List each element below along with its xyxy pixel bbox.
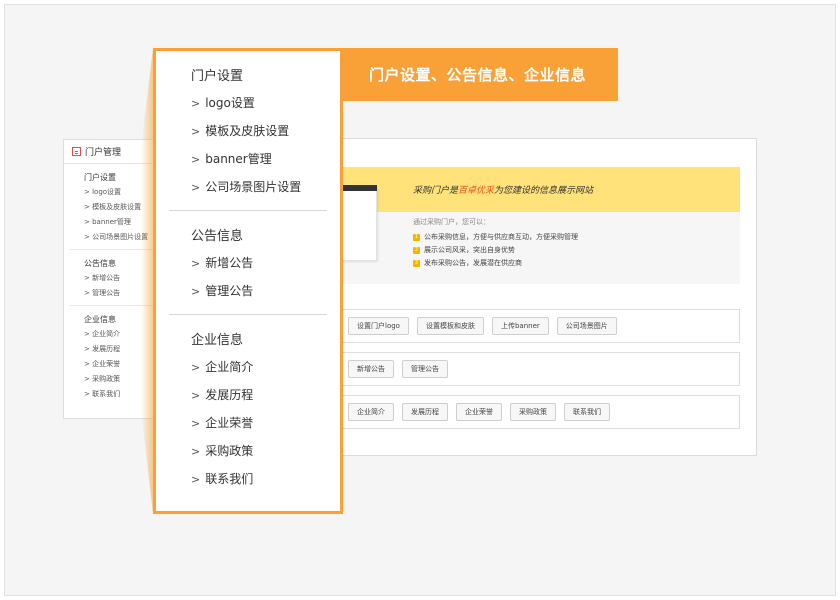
chevron-right-icon: > <box>191 125 201 138</box>
portal-actions-row: 设置门户logo 设置模板和皮肤 上传banner 公司场景图片 <box>331 309 740 343</box>
portal-icon <box>72 147 81 156</box>
banner-point: 1 公布采购信息，方便与供应商互动，方便采购管理 <box>413 233 578 241</box>
mini-item-banner[interactable]: banner管理 <box>84 215 162 230</box>
chevron-right-icon: > <box>191 389 201 402</box>
manage-notice-button[interactable]: 管理公告 <box>402 360 448 378</box>
intro-banner: 采购门户是百卓优采为您建设的信息展示网站 通过采购门户，您可以： 1 公布采购信息… <box>331 167 740 284</box>
set-template-button[interactable]: 设置模板和皮肤 <box>416 317 484 335</box>
number-badge: 2 <box>413 247 420 254</box>
menu-item-policy[interactable]: > 采购政策 <box>191 437 340 465</box>
contact-button[interactable]: 联系我们 <box>564 403 610 421</box>
menu-item-manage-notice[interactable]: > 管理公告 <box>191 277 340 305</box>
banner-slogan: 采购门户是百卓优采为您建设的信息展示网站 <box>413 186 594 196</box>
chevron-right-icon: > <box>191 97 201 110</box>
mini-sidebar: 门户管理 门户设置 logo设置 模板及皮肤设置 banner管理 公司场景图片… <box>63 139 163 419</box>
menu-divider <box>169 314 327 315</box>
new-notice-button[interactable]: 新增公告 <box>348 360 394 378</box>
mini-group-notice: 公告信息 新增公告 管理公告 <box>70 249 156 305</box>
mini-item-new-notice[interactable]: 新增公告 <box>84 271 156 286</box>
banner-point: 2 展示公司风采，突出自身优势 <box>413 246 515 254</box>
chevron-right-icon: > <box>191 257 201 270</box>
history-button[interactable]: 发展历程 <box>402 403 448 421</box>
menu-group-title: 门户设置 <box>191 69 244 84</box>
menu-item-intro[interactable]: > 企业简介 <box>191 353 340 381</box>
chevron-right-icon: > <box>191 285 201 298</box>
banner-intro: 通过采购门户，您可以： <box>413 218 490 226</box>
feature-tag: 门户设置、公告信息、企业信息 <box>340 48 618 101</box>
menu-item-banner[interactable]: > banner管理 <box>191 145 340 173</box>
policy-button[interactable]: 采购政策 <box>510 403 556 421</box>
mini-item-contact[interactable]: 联系我们 <box>84 387 156 402</box>
company-intro-button[interactable]: 企业简介 <box>348 403 394 421</box>
menu-group-title: 公告信息 <box>191 229 244 244</box>
menu-group-portal: 门户设置 > logo设置 > 模板及皮肤设置 > banner管理 > 公司场景图片设… <box>156 65 340 201</box>
set-logo-button[interactable]: 设置门户logo <box>348 317 409 335</box>
mini-group-title: 企业信息 <box>84 315 116 324</box>
menu-item-history[interactable]: > 发展历程 <box>191 381 340 409</box>
company-actions-row: 企业简介 发展历程 企业荣誉 采购政策 联系我们 <box>331 395 740 429</box>
banner-point: 3 发布采购公告，发展潜在供应商 <box>413 259 522 267</box>
menu-item-contact[interactable]: > 联系我们 <box>191 465 340 493</box>
mini-item-template[interactable]: 模板及皮肤设置 <box>84 200 162 215</box>
upload-banner-button[interactable]: 上传banner <box>491 317 549 335</box>
menu-group-notice: 公告信息 > 新增公告 > 管理公告 <box>156 225 340 305</box>
mini-item-manage-notice[interactable]: 管理公告 <box>84 286 156 301</box>
chevron-right-icon: > <box>191 445 201 458</box>
mini-item-intro[interactable]: 企业简介 <box>84 327 156 342</box>
mini-group-company: 企业信息 企业简介 发展历程 企业荣誉 采购政策 联系我们 <box>70 305 156 406</box>
menu-group-title: 企业信息 <box>191 333 244 348</box>
mini-sidebar-header: 门户管理 <box>64 140 162 164</box>
mini-group-title: 公告信息 <box>84 259 116 268</box>
chevron-right-icon: > <box>191 361 201 374</box>
menu-item-logo[interactable]: > logo设置 <box>191 89 340 117</box>
scene-images-button[interactable]: 公司场景图片 <box>556 317 617 335</box>
mini-group-portal: 门户设置 logo设置 模板及皮肤设置 banner管理 公司场景图片设置 <box>64 164 162 249</box>
menu-item-new-notice[interactable]: > 新增公告 <box>191 249 340 277</box>
content-panel: 采购门户是百卓优采为您建设的信息展示网站 通过采购门户，您可以： 1 公布采购信息… <box>330 138 757 456</box>
mini-group-title: 门户设置 <box>84 173 116 182</box>
device-illustration <box>341 185 377 261</box>
menu-item-scene[interactable]: > 公司场景图片设置 <box>191 173 340 201</box>
banner-points: 1 公布采购信息，方便与供应商互动，方便采购管理 2 展示公司风采，突出自身优势 3… <box>413 231 578 270</box>
zoomed-menu: 门户设置 > logo设置 > 模板及皮肤设置 > banner管理 > 公司场景图片设… <box>153 48 343 514</box>
chevron-right-icon: > <box>191 181 201 194</box>
mini-item-scene[interactable]: 公司场景图片设置 <box>84 230 162 245</box>
chevron-right-icon: > <box>191 417 201 430</box>
menu-group-company: 企业信息 > 企业简介 > 发展历程 > 企业荣誉 > 采购政策 > 联系我们 <box>156 329 340 493</box>
honor-button[interactable]: 企业荣誉 <box>456 403 502 421</box>
mini-sidebar-title: 门户管理 <box>85 148 122 158</box>
mini-item-policy[interactable]: 采购政策 <box>84 372 156 387</box>
number-badge: 3 <box>413 260 420 267</box>
menu-divider <box>169 210 327 211</box>
menu-item-honor[interactable]: > 企业荣誉 <box>191 409 340 437</box>
chevron-right-icon: > <box>191 153 201 166</box>
number-badge: 1 <box>413 234 420 241</box>
brand-highlight: 百卓优采 <box>458 186 495 196</box>
mini-item-honor[interactable]: 企业荣誉 <box>84 357 156 372</box>
notice-actions-row: 新增公告 管理公告 <box>331 352 740 386</box>
chevron-right-icon: > <box>191 473 201 486</box>
mini-item-history[interactable]: 发展历程 <box>84 342 156 357</box>
menu-item-template[interactable]: > 模板及皮肤设置 <box>191 117 340 145</box>
mini-item-logo[interactable]: logo设置 <box>84 185 162 200</box>
